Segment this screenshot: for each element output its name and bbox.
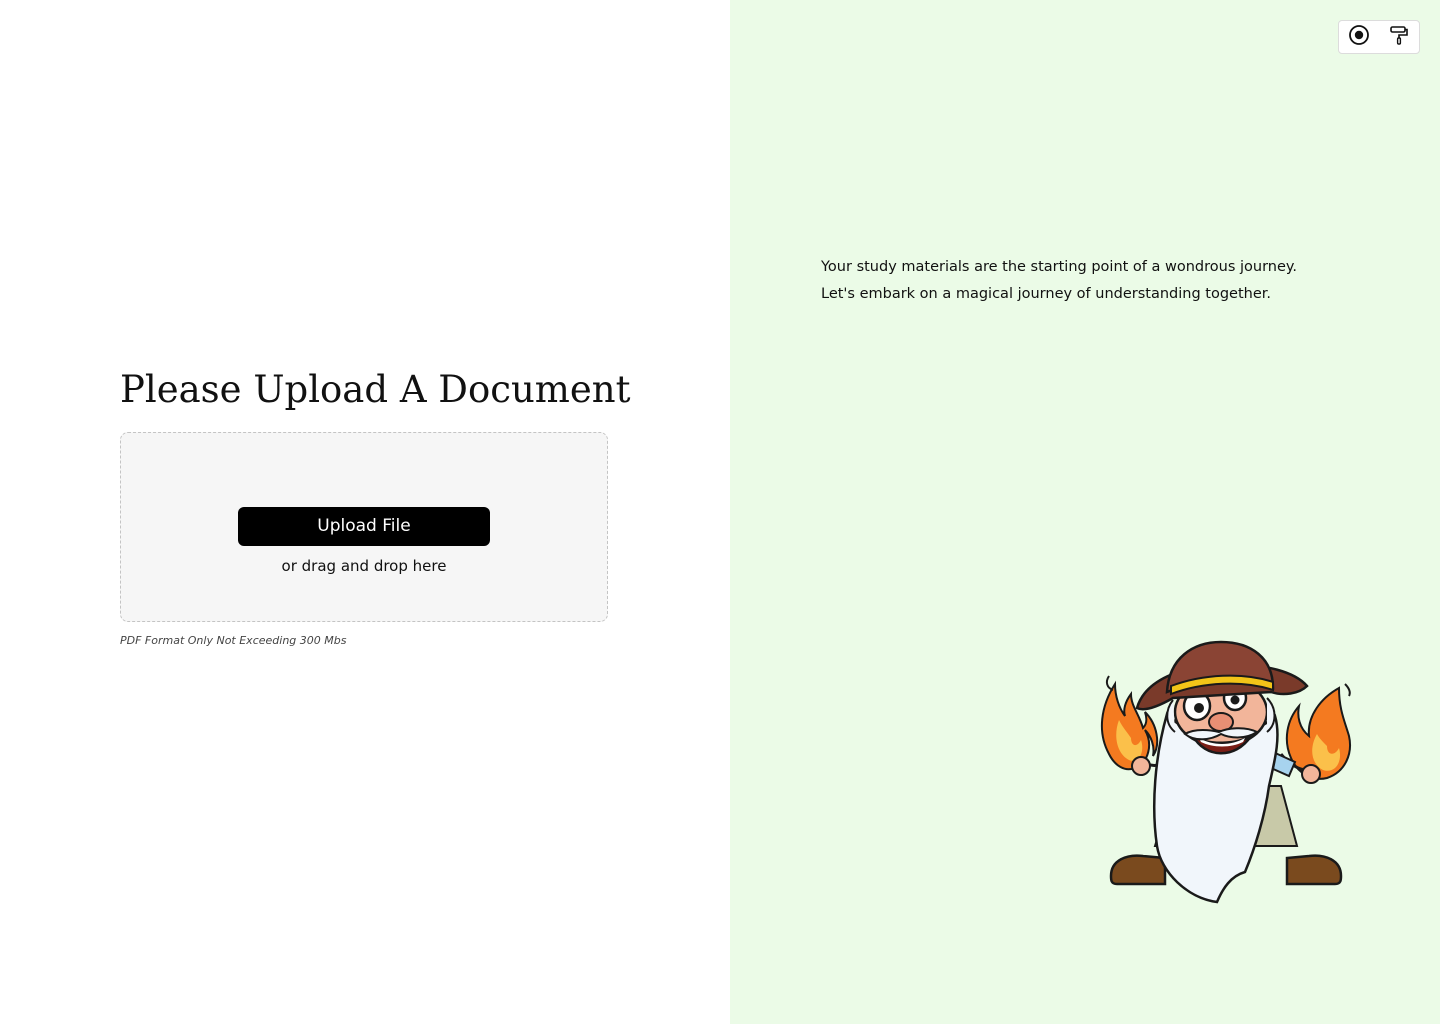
wizard-mascot-illustration: [1095, 636, 1357, 908]
file-dropzone[interactable]: Upload File or drag and drop here: [120, 432, 608, 622]
file-format-note: PDF Format Only Not Exceeding 300 Mbs: [120, 634, 347, 647]
right-flame-icon: [1285, 683, 1351, 780]
intro-text: Your study materials are the starting po…: [821, 254, 1381, 308]
toolbar: [1338, 20, 1420, 54]
paint-roller-icon: [1388, 24, 1410, 50]
upload-panel: Please Upload A Document Upload File or …: [0, 0, 730, 1024]
upload-file-button[interactable]: Upload File: [238, 507, 490, 546]
page: Please Upload A Document Upload File or …: [0, 0, 1440, 1024]
intro-line-2: Let's embark on a magical journey of und…: [821, 286, 1272, 302]
record-icon: [1348, 24, 1370, 50]
intro-panel: Your study materials are the starting po…: [730, 0, 1440, 1024]
intro-line-1: Your study materials are the starting po…: [821, 259, 1298, 275]
page-title: Please Upload A Document: [120, 368, 631, 411]
paint-button[interactable]: [1385, 23, 1413, 51]
drag-drop-hint: or drag and drop here: [281, 557, 447, 575]
record-button[interactable]: [1345, 23, 1373, 51]
